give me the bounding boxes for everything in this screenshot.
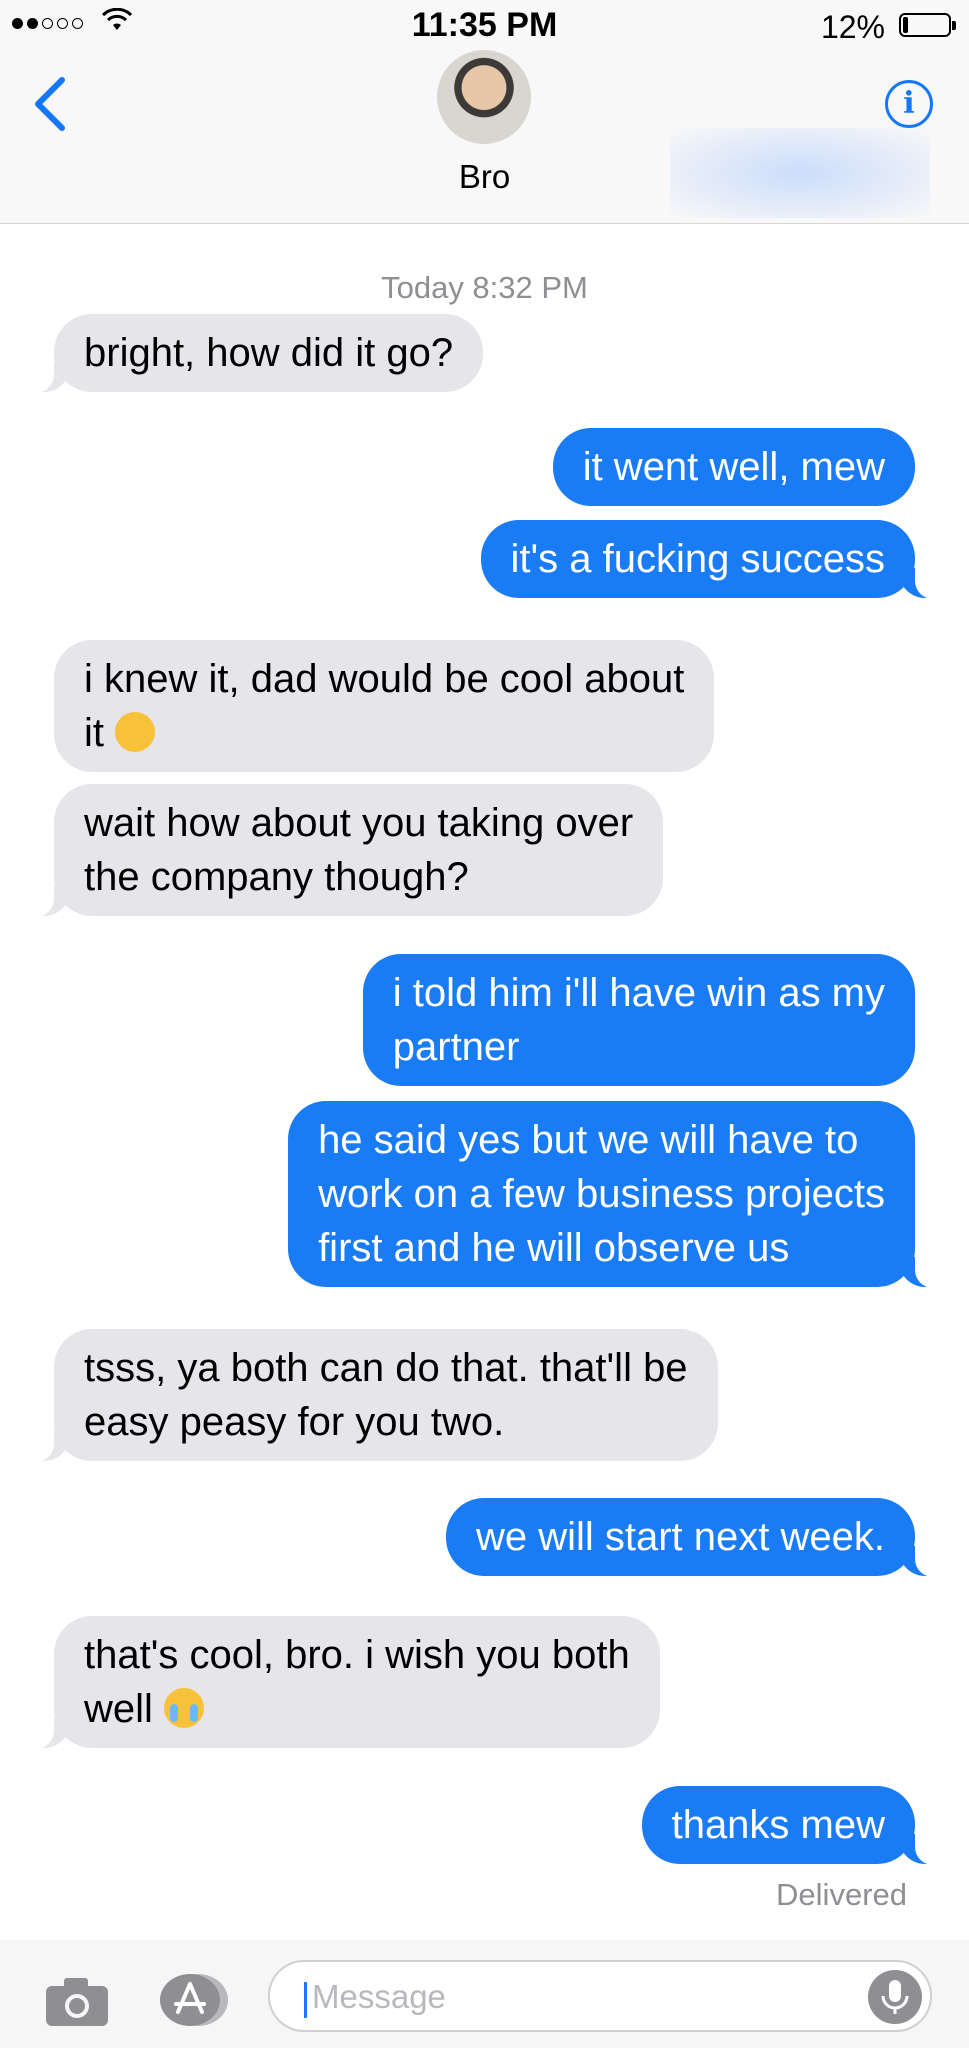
message-text-line: it	[84, 711, 104, 755]
outgoing-message[interactable]: thanks mew	[641, 1786, 940, 1865]
message-text: bright, how did it go?	[84, 331, 454, 375]
message-text-line: wait how about you taking over	[84, 801, 634, 845]
message-text-line: tsss, ya both can do that. that'll be	[84, 1346, 688, 1390]
message-text: we will start next week.	[475, 1515, 885, 1559]
incoming-message[interactable]: bright, how did it go?	[29, 314, 484, 393]
incoming-message[interactable]: wait how about you taking over the compa…	[29, 784, 664, 917]
compose-bar: Message	[0, 1940, 969, 2048]
delivery-receipt: Delivered	[776, 1877, 907, 1912]
outgoing-message[interactable]: it went well, mew	[552, 428, 915, 506]
chevron-left-icon[interactable]	[30, 76, 70, 132]
message-text: thanks mew	[671, 1803, 885, 1847]
camera-icon[interactable]	[44, 1976, 110, 2028]
microphone-icon[interactable]	[868, 1970, 922, 2024]
conversation-header: 11:35 PM 12% Bro i	[0, 0, 969, 224]
status-bar: 11:35 PM 12%	[0, 0, 969, 50]
contact-avatar[interactable]	[437, 50, 531, 144]
message-text-line: he said yes but we will have to	[318, 1118, 859, 1162]
app-store-icon[interactable]	[156, 1972, 232, 2028]
message-text-line: well	[84, 1687, 153, 1731]
message-text-line: that's cool, bro. i wish you both	[84, 1633, 630, 1677]
message-text-line: i knew it, dad would be cool about	[84, 657, 685, 701]
message-text-line: work on a few business projects	[318, 1172, 885, 1216]
message-input[interactable]: Message	[268, 1960, 932, 2032]
outgoing-message[interactable]: we will start next week.	[445, 1498, 940, 1577]
outgoing-message[interactable]: he said yes but we will have to work on …	[288, 1101, 939, 1288]
message-text-line: first and he will observe us	[318, 1226, 790, 1270]
incoming-message[interactable]: that's cool, bro. i wish you both well	[30, 1616, 660, 1749]
message-text: it's a fucking success	[510, 537, 885, 581]
incoming-message[interactable]: tsss, ya both can do that. that'll be ea…	[30, 1329, 718, 1462]
message-text-line: easy peasy for you two.	[84, 1400, 505, 1444]
header-blur-decoration	[670, 128, 930, 218]
battery-percentage: 12%	[820, 9, 885, 45]
message-text-line: i told him i'll have win as my	[392, 971, 885, 1015]
battery-icon	[899, 13, 956, 37]
crying-face-emoji	[164, 1688, 205, 1728]
text-caret	[304, 1982, 307, 2018]
message-placeholder: Message	[312, 1978, 446, 2015]
info-icon[interactable]: i	[885, 80, 933, 128]
message-text-line: the company though?	[84, 855, 469, 899]
message-text: it went well, mew	[582, 445, 885, 489]
outgoing-message[interactable]: it's a fucking success	[480, 520, 940, 599]
message-timestamp: Today 8:32 PM	[381, 270, 588, 305]
message-text-line: partner	[392, 1025, 520, 1069]
incoming-message[interactable]: i knew it, dad would be cool about it	[54, 640, 715, 772]
relieved-face-emoji	[115, 712, 156, 752]
outgoing-message[interactable]: i told him i'll have win as my partner	[362, 954, 915, 1086]
